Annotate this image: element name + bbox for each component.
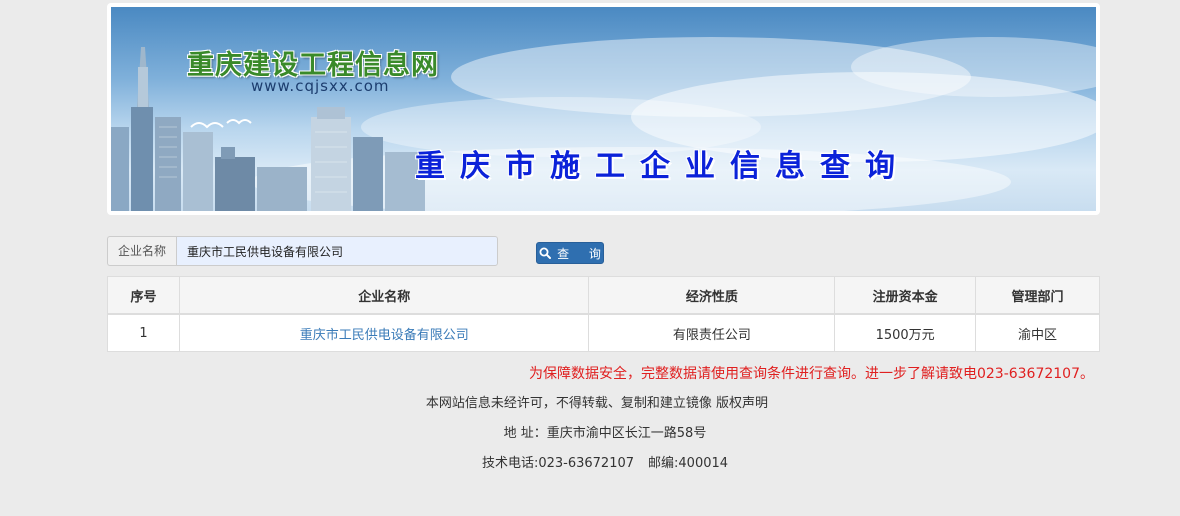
header-company-name: 企业名称 <box>178 276 590 315</box>
cell-department: 渝中区 <box>975 313 1100 352</box>
header-registered-capital: 注册资本金 <box>834 276 977 315</box>
search-button[interactable]: 查 询 <box>536 242 604 264</box>
banner-image: 重庆建设工程信息网 www.cqjsxx.com 重庆市施工企业信息查询 <box>111 7 1096 211</box>
address-line: 地 址：重庆市渝中区长江一路58号 <box>503 426 707 441</box>
page-title: 重庆市施工企业信息查询 <box>415 149 910 184</box>
search-label: 企业名称 <box>107 236 177 266</box>
tech-phone: 技术电话:023-63672107 <box>481 456 635 471</box>
header-banner: 重庆建设工程信息网 www.cqjsxx.com 重庆市施工企业信息查询 <box>107 3 1100 215</box>
table-header-row: 序号 企业名称 经济性质 注册资本金 管理部门 <box>107 276 1100 315</box>
header-economic-nature: 经济性质 <box>588 276 836 315</box>
company-name-input[interactable] <box>176 236 499 266</box>
data-security-notice: 为保障数据安全，完整数据请使用查询条件进行查询。进一步了解请致电023-6367… <box>528 366 1094 382</box>
cell-company-name: 重庆市工民供电设备有限公司 <box>178 313 590 352</box>
table-row: 1 重庆市工民供电设备有限公司 有限责任公司 1500万元 渝中区 <box>107 313 1100 352</box>
cell-index: 1 <box>107 313 180 352</box>
header-index: 序号 <box>107 276 180 315</box>
search-icon <box>539 247 552 259</box>
page: 重庆建设工程信息网 www.cqjsxx.com 重庆市施工企业信息查询 企业名… <box>0 0 1180 516</box>
copyright-line: 本网站信息未经许可，不得转载、复制和建立镜像 版权声明 <box>425 396 769 411</box>
search-button-label: 查 询 <box>557 246 609 261</box>
results-table: 序号 企业名称 经济性质 注册资本金 管理部门 1 重庆市工民供电设备有限公司 … <box>107 276 1100 352</box>
header-department: 管理部门 <box>975 276 1100 315</box>
company-link[interactable]: 重庆市工民供电设备有限公司 <box>300 328 469 343</box>
contact-line: 技术电话:023-63672107 邮编:400014 <box>0 452 1180 471</box>
cell-registered-capital: 1500万元 <box>834 313 977 352</box>
postcode: 邮编:400014 <box>648 456 729 471</box>
site-url: www.cqjsxx.com <box>251 77 390 95</box>
cell-economic-nature: 有限责任公司 <box>588 313 836 352</box>
search-row: 企业名称 <box>107 236 499 266</box>
